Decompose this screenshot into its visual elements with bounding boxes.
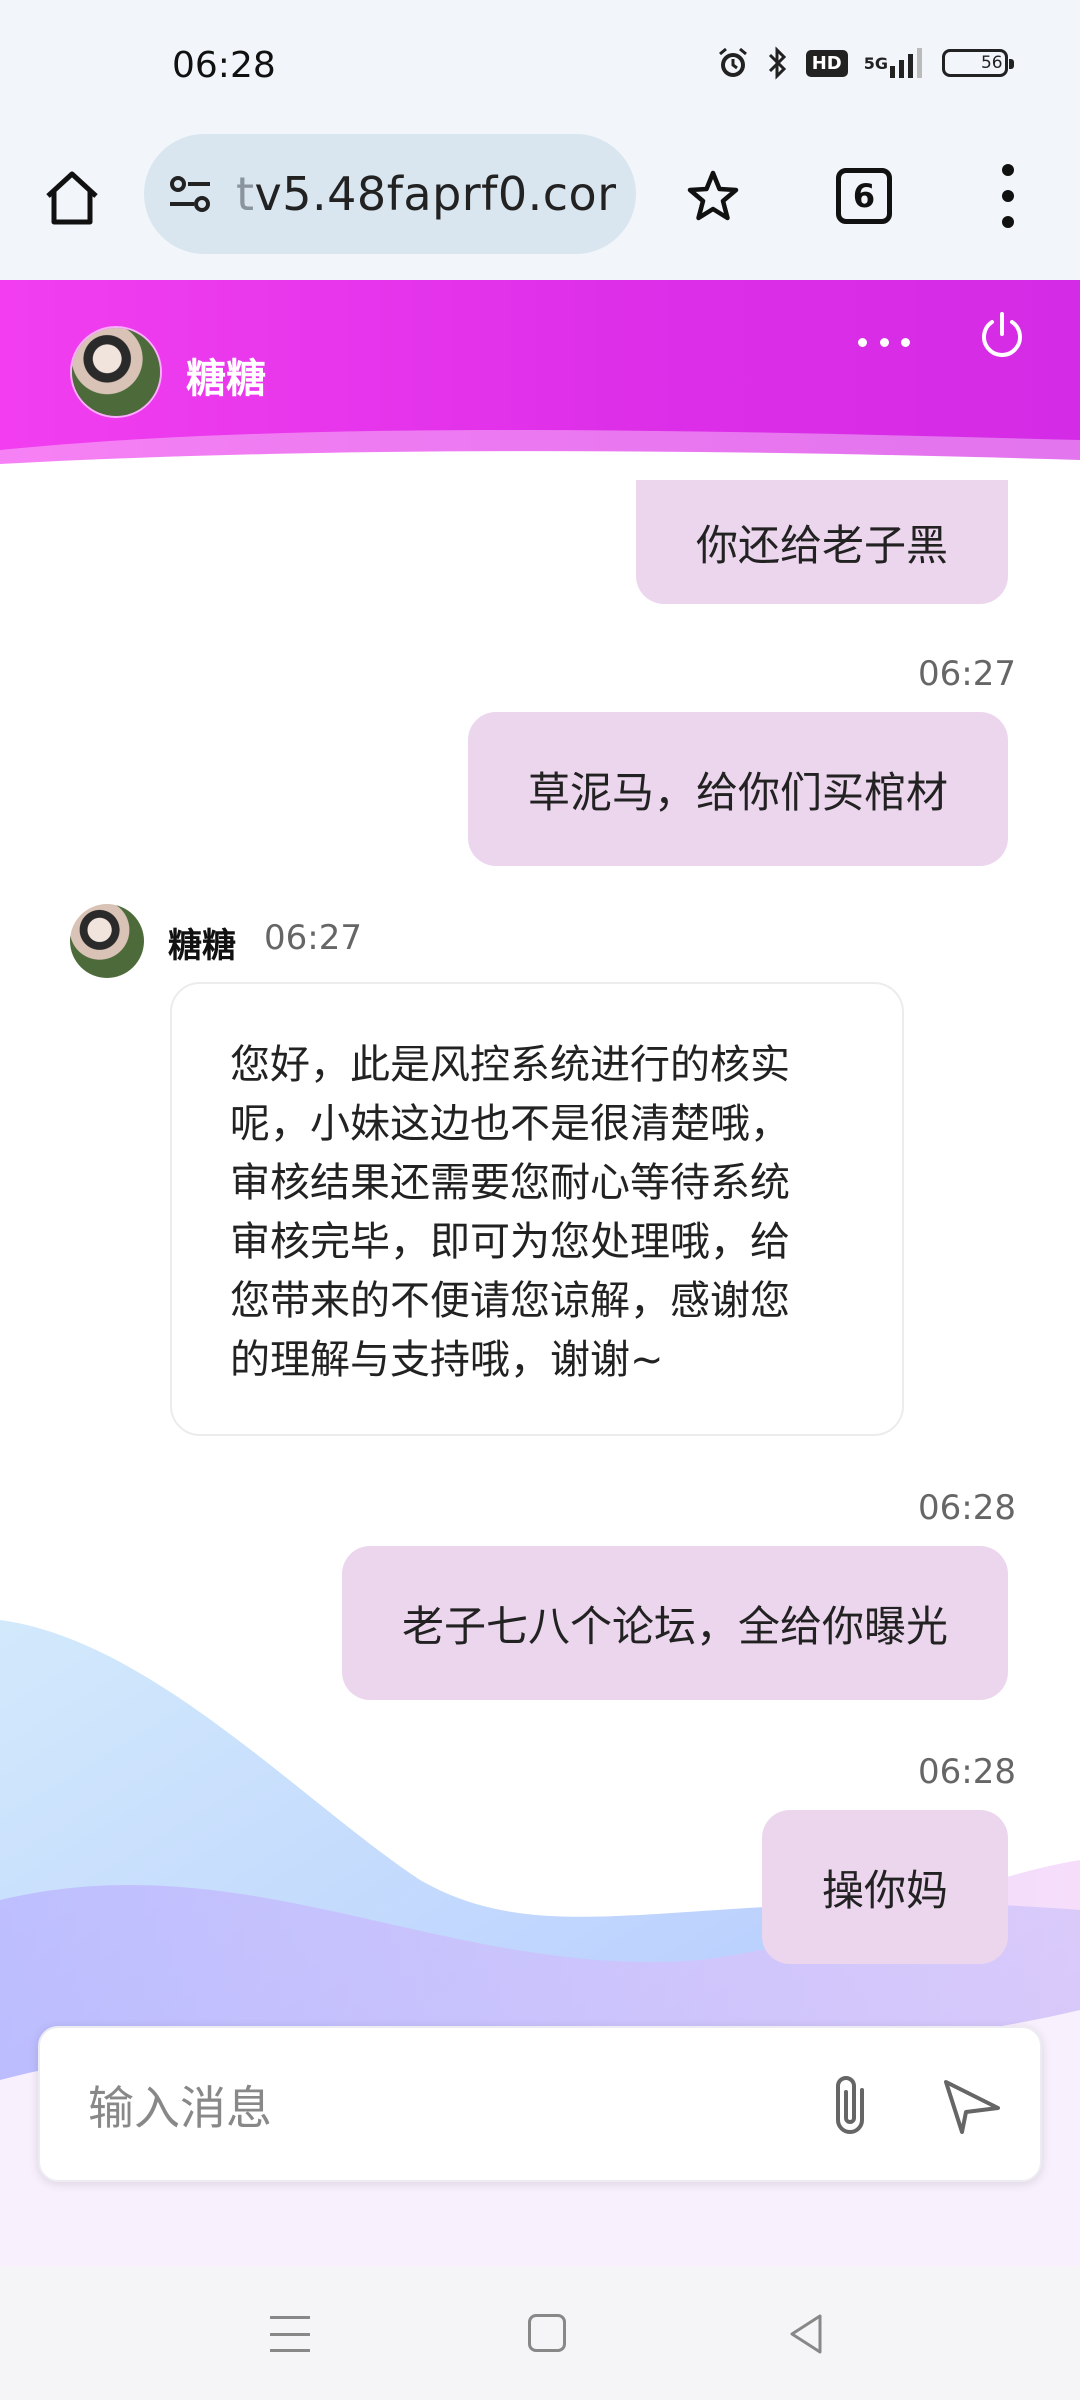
message-line: 呢，小妹这边也不是很清楚哦，	[230, 1101, 790, 1147]
message-line: 您带来的不便请您谅解，感谢您	[230, 1278, 790, 1324]
message-line: 您好，此是风控系统进行的核实	[230, 1042, 790, 1088]
battery-icon: 56	[942, 49, 1014, 77]
tabs-icon[interactable]: 6	[836, 168, 892, 224]
url-scheme-fade: t	[236, 167, 255, 221]
incoming-message[interactable]: 您好，此是风控系统进行的核实 呢，小妹这边也不是很清楚哦， 审核结果还需要您耐心…	[170, 982, 904, 1436]
status-bar: 06:28 HD 5G 56	[0, 0, 1080, 134]
home-icon[interactable]	[528, 2314, 566, 2352]
paperclip-icon[interactable]	[822, 2070, 882, 2142]
outgoing-message[interactable]: 操你妈	[762, 1810, 1008, 1964]
power-icon[interactable]	[976, 310, 1028, 362]
header-wave-decoration	[0, 430, 1080, 480]
outgoing-message[interactable]: 你还给老子黑	[636, 480, 1008, 604]
alarm-icon	[716, 46, 750, 80]
message-timestamp: 06:28	[918, 1488, 1016, 1528]
send-icon[interactable]	[940, 2074, 1004, 2138]
message-line: 审核完毕，即可为您处理哦，给	[230, 1219, 790, 1265]
back-icon[interactable]	[786, 2312, 826, 2356]
outgoing-message[interactable]: 老子七八个论坛，全给你曝光	[342, 1546, 1008, 1700]
message-timestamp: 06:27	[918, 654, 1016, 694]
address-bar[interactable]: tv5.48faprf0.com	[144, 134, 636, 254]
network-type-label: 5G	[863, 53, 888, 73]
bookmark-button[interactable]	[684, 168, 742, 226]
message-timestamp: 06:27	[264, 918, 362, 958]
browser-toolbar: tv5.48faprf0.com 6	[0, 134, 1080, 280]
message-input[interactable]	[88, 2078, 788, 2138]
more-horiz-icon[interactable]	[858, 332, 910, 352]
avatar[interactable]	[70, 326, 162, 418]
chat-header: 糖糖	[0, 280, 1080, 480]
home-icon	[46, 171, 98, 225]
outgoing-message[interactable]: 草泥马，给你们买棺材	[468, 712, 1008, 866]
message-composer	[38, 2026, 1042, 2182]
signal-icon: 5G	[864, 48, 926, 78]
battery-percent: 56	[980, 53, 1003, 73]
bluetooth-icon	[766, 46, 790, 80]
url-text[interactable]: tv5.48faprf0.com	[236, 167, 616, 221]
home-button[interactable]	[40, 166, 104, 230]
contact-name: 糖糖	[186, 356, 266, 402]
recent-apps-icon[interactable]	[270, 2316, 310, 2352]
message-line: 的理解与支持哦，谢谢~	[230, 1337, 664, 1383]
sender-name: 糖糖	[168, 926, 236, 966]
bookmark-star-icon	[687, 170, 739, 221]
url-host: v5.48faprf0.com	[254, 167, 616, 221]
system-nav-bar	[0, 2266, 1080, 2400]
more-vert-icon[interactable]	[990, 164, 1026, 228]
message-timestamp: 06:28	[918, 1752, 1016, 1792]
hd-icon: HD	[805, 49, 848, 77]
status-icons: HD 5G 56	[716, 46, 1014, 80]
status-time: 06:28	[172, 45, 276, 86]
message-line: 审核结果还需要您耐心等待系统	[230, 1160, 790, 1206]
site-settings-icon[interactable]	[166, 169, 216, 219]
avatar[interactable]	[70, 904, 144, 978]
